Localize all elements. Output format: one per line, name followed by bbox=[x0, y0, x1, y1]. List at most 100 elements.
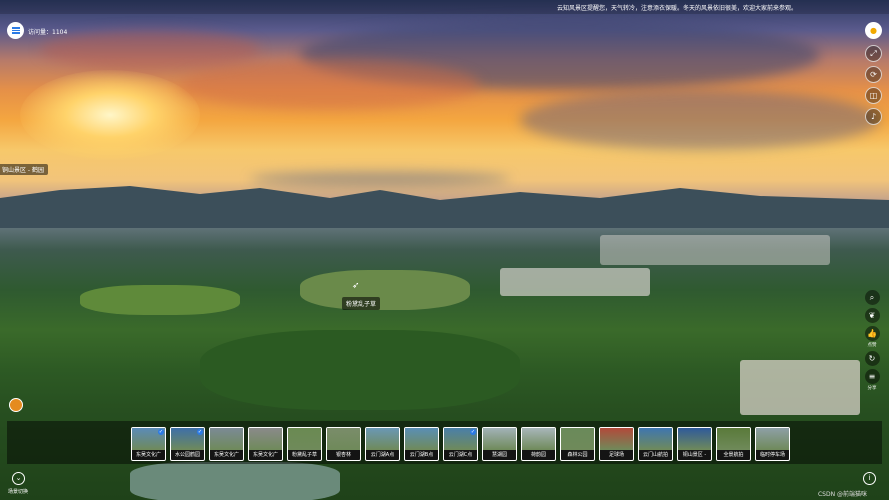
thumbnail-image bbox=[600, 428, 633, 450]
avatar[interactable] bbox=[9, 398, 23, 412]
check-icon: ✓ bbox=[158, 429, 164, 435]
thumbnail-label: 足球场 bbox=[600, 450, 633, 460]
thumbnail-image bbox=[717, 428, 750, 450]
scene-thumbnail[interactable]: 粉黛乱子草 bbox=[287, 427, 322, 461]
scene-thumbnail[interactable]: 慧湖园 bbox=[482, 427, 517, 461]
check-icon: ✓ bbox=[470, 429, 476, 435]
scene-thumbnail[interactable]: 全景航拍 bbox=[716, 427, 751, 461]
thumbnail-image bbox=[561, 428, 594, 450]
fullscreen-button[interactable]: ⤢ bbox=[865, 45, 882, 62]
menu-icon bbox=[11, 26, 20, 35]
field bbox=[300, 270, 470, 310]
thumbnail-label: 全景航拍 bbox=[717, 450, 750, 460]
rotate-icon: ⟳ bbox=[870, 69, 877, 79]
share-button[interactable]: ≡ bbox=[864, 369, 880, 384]
thumbnail-label: 银杏林 bbox=[327, 450, 360, 460]
cloud bbox=[520, 90, 880, 150]
thumbnail-image bbox=[756, 428, 789, 450]
sunset-glow bbox=[20, 70, 200, 160]
thumbnail-label: 水公园鹤园 bbox=[171, 450, 204, 460]
search-icon: ⌕ bbox=[869, 292, 875, 302]
top-bar: 云知风景区提醒您，天气转冷，注意添衣保暖。冬天的风景依旧很美，欢迎大家前来参观。 bbox=[0, 0, 889, 14]
cloud bbox=[40, 30, 260, 70]
field bbox=[80, 285, 240, 315]
view-count: 访问量：1104 bbox=[28, 29, 68, 36]
comment-button[interactable]: ↻ bbox=[864, 351, 880, 366]
rotate-button[interactable]: ⟳ bbox=[865, 66, 882, 83]
menu-button[interactable] bbox=[7, 22, 24, 39]
thumbnail-label: 铜山景区 - bbox=[678, 450, 711, 460]
scene-thumbnail[interactable]: 云门湖C点 ✓ bbox=[443, 427, 478, 461]
mic-icon: ♪ bbox=[870, 111, 877, 121]
river bbox=[130, 462, 340, 500]
scene-thumbnail[interactable]: 云门湖A点 bbox=[365, 427, 400, 461]
hotspot-label[interactable]: 粉黛乱子草 bbox=[342, 297, 381, 310]
thumbnail-image bbox=[249, 428, 282, 450]
forest-patch bbox=[200, 330, 520, 410]
vr-button[interactable]: ◫ bbox=[865, 87, 882, 104]
scene-thumbnail[interactable]: 东吴文化广 ✓ bbox=[131, 427, 166, 461]
scene-thumbnail[interactable]: 铜山景区 - bbox=[677, 427, 712, 461]
thumbnail-label: 东吴文化广 bbox=[210, 450, 243, 460]
search-button[interactable]: ⌕ bbox=[864, 290, 880, 305]
thumbnail-label: 粉黛乱子草 bbox=[288, 450, 321, 460]
thumbnail-image bbox=[522, 428, 555, 450]
thumbnail-label: 慧湖园 bbox=[483, 450, 516, 460]
hotspot-marker-icon[interactable]: ➶ bbox=[352, 281, 360, 291]
vr-icon: ◫ bbox=[869, 90, 878, 100]
thumbnail-image bbox=[639, 428, 672, 450]
fullscreen-icon: ⤢ bbox=[870, 48, 877, 58]
scene-thumbnail[interactable]: 云门湖B点 bbox=[404, 427, 439, 461]
comment-icon: ↻ bbox=[868, 354, 876, 363]
thumbnail-label: 东吴文化广 bbox=[132, 450, 165, 460]
side-action-label: 分享 bbox=[867, 386, 877, 391]
thermometer-icon: ❦ bbox=[868, 311, 876, 320]
thumbnail-image bbox=[366, 428, 399, 450]
notice-marquee: 云知风景区提醒您，天气转冷，注意添衣保暖。冬天的风景依旧很美，欢迎大家前来参观。 bbox=[556, 5, 797, 12]
thumbnail-image bbox=[327, 428, 360, 450]
thumbnail-image bbox=[678, 428, 711, 450]
cloud bbox=[180, 60, 480, 110]
scene-thumbnail[interactable]: 森林公园 bbox=[560, 427, 595, 461]
thumbnail-label: 云门湖B点 bbox=[405, 450, 438, 460]
scene-thumbnail[interactable]: 东吴文化广 bbox=[209, 427, 244, 461]
thumbnail-label: 荷韵园 bbox=[522, 450, 555, 460]
scene-thumbnail[interactable]: 东吴文化广 bbox=[248, 427, 283, 461]
chevron-down-icon: ⌄ bbox=[15, 474, 22, 482]
scene-thumbnail[interactable]: 足球场 bbox=[599, 427, 634, 461]
side-actions: ⌕ ❦ 👍 点赞 ↻ ≡ 分享 bbox=[863, 290, 881, 394]
collapse-button[interactable]: ⌄ bbox=[12, 472, 25, 485]
thumbnail-image bbox=[405, 428, 438, 450]
like-button[interactable]: 👍 bbox=[864, 326, 880, 341]
scene-thumbnail[interactable]: 临时停车场 bbox=[755, 427, 790, 461]
thumbnail-label: 东吴文化广 bbox=[249, 450, 282, 460]
scene-tag[interactable]: 铜山景区 - 鹤园 bbox=[0, 164, 48, 175]
share-icon: ≡ bbox=[868, 372, 876, 381]
mountain-range bbox=[0, 186, 889, 228]
scenes-label: 场景切换 bbox=[8, 489, 29, 495]
scene-thumbnails: 东吴文化广 ✓ 水公园鹤园 ✓ 东吴文化广 东吴文化广 粉黛乱子草 银杏林 云门湖A点 云门湖B点… bbox=[131, 427, 790, 461]
thumbnail-label: 云门湖C点 bbox=[444, 450, 477, 460]
thumbnail-label: 临时停车场 bbox=[756, 450, 789, 460]
plaza-area bbox=[740, 360, 860, 415]
scene-thumbnail[interactable]: 水公园鹤园 ✓ bbox=[170, 427, 205, 461]
thumbnail-image bbox=[288, 428, 321, 450]
check-icon: ✓ bbox=[197, 429, 203, 435]
thumbnail-image bbox=[210, 428, 243, 450]
info-icon: i bbox=[868, 474, 871, 482]
location-icon: ● bbox=[870, 25, 877, 35]
thumbnail-label: 云门山航拍 bbox=[639, 450, 672, 460]
right-toolbar: ● ⤢ ⟳ ◫ ♪ bbox=[865, 22, 882, 129]
mic-button[interactable]: ♪ bbox=[865, 108, 882, 125]
thumbnail-label: 森林公园 bbox=[561, 450, 594, 460]
credit-text: CSDN @前端猫咪 bbox=[817, 491, 867, 498]
scene-thumbnail[interactable]: 银杏林 bbox=[326, 427, 361, 461]
thumbnail-image bbox=[483, 428, 516, 450]
location-button[interactable]: ● bbox=[865, 22, 882, 39]
town-area bbox=[500, 268, 650, 296]
like-icon: 👍 bbox=[867, 329, 877, 338]
info-button[interactable]: i bbox=[863, 472, 876, 485]
thermometer-button[interactable]: ❦ bbox=[864, 308, 880, 323]
scene-thumbnail[interactable]: 云门山航拍 bbox=[638, 427, 673, 461]
scene-thumbnail[interactable]: 荷韵园 bbox=[521, 427, 556, 461]
